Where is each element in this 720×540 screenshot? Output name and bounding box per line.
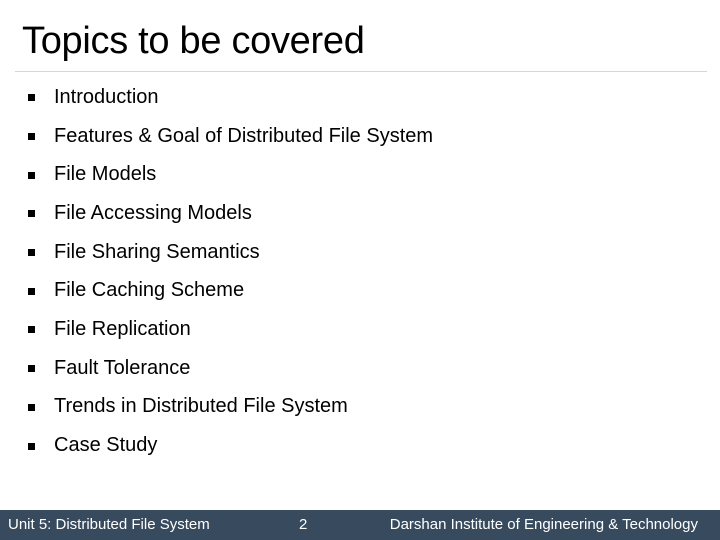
slide-title: Topics to be covered bbox=[22, 20, 365, 62]
footer-unit: Unit 5: Distributed File System bbox=[8, 516, 210, 533]
square-bullet-icon bbox=[28, 94, 35, 102]
slide: Topics to be covered Introduction Featur… bbox=[0, 0, 720, 540]
topic-item: File Replication bbox=[28, 310, 433, 349]
topic-item: File Sharing Semantics bbox=[28, 233, 433, 272]
topic-text: File Sharing Semantics bbox=[54, 240, 260, 263]
topic-text: File Accessing Models bbox=[54, 201, 252, 224]
topics-list: Introduction Features & Goal of Distribu… bbox=[28, 78, 433, 465]
topic-item: Introduction bbox=[28, 78, 433, 117]
topic-text: Introduction bbox=[54, 85, 159, 108]
square-bullet-icon bbox=[28, 133, 35, 141]
topic-text: File Replication bbox=[54, 317, 191, 340]
topic-text: File Caching Scheme bbox=[54, 279, 245, 302]
title-divider bbox=[15, 71, 707, 72]
square-bullet-icon bbox=[28, 365, 35, 373]
topic-item: Features & Goal of Distributed File Syst… bbox=[28, 117, 433, 156]
topic-text: Fault Tolerance bbox=[54, 356, 191, 379]
topic-text: Features & Goal of Distributed File Syst… bbox=[54, 124, 434, 147]
topic-item: Trends in Distributed File System bbox=[28, 388, 433, 427]
square-bullet-icon bbox=[28, 249, 35, 257]
footer-bar: Unit 5: Distributed File System 2 Darsha… bbox=[0, 510, 720, 540]
page-number: 2 bbox=[299, 516, 308, 533]
footer-institute: Darshan Institute of Engineering & Techn… bbox=[389, 516, 698, 533]
square-bullet-icon bbox=[28, 210, 35, 218]
topic-text: Case Study bbox=[54, 434, 158, 457]
topic-item: File Caching Scheme bbox=[28, 271, 433, 310]
topic-item: File Models bbox=[28, 155, 433, 194]
topic-item: File Accessing Models bbox=[28, 194, 433, 233]
topic-text: Trends in Distributed File System bbox=[54, 395, 348, 418]
topic-item: Case Study bbox=[28, 426, 433, 465]
topic-text: File Models bbox=[54, 163, 157, 186]
square-bullet-icon bbox=[28, 403, 35, 411]
topic-item: Fault Tolerance bbox=[28, 349, 433, 388]
square-bullet-icon bbox=[28, 287, 35, 295]
square-bullet-icon bbox=[28, 442, 35, 450]
square-bullet-icon bbox=[28, 171, 35, 179]
square-bullet-icon bbox=[28, 326, 35, 334]
